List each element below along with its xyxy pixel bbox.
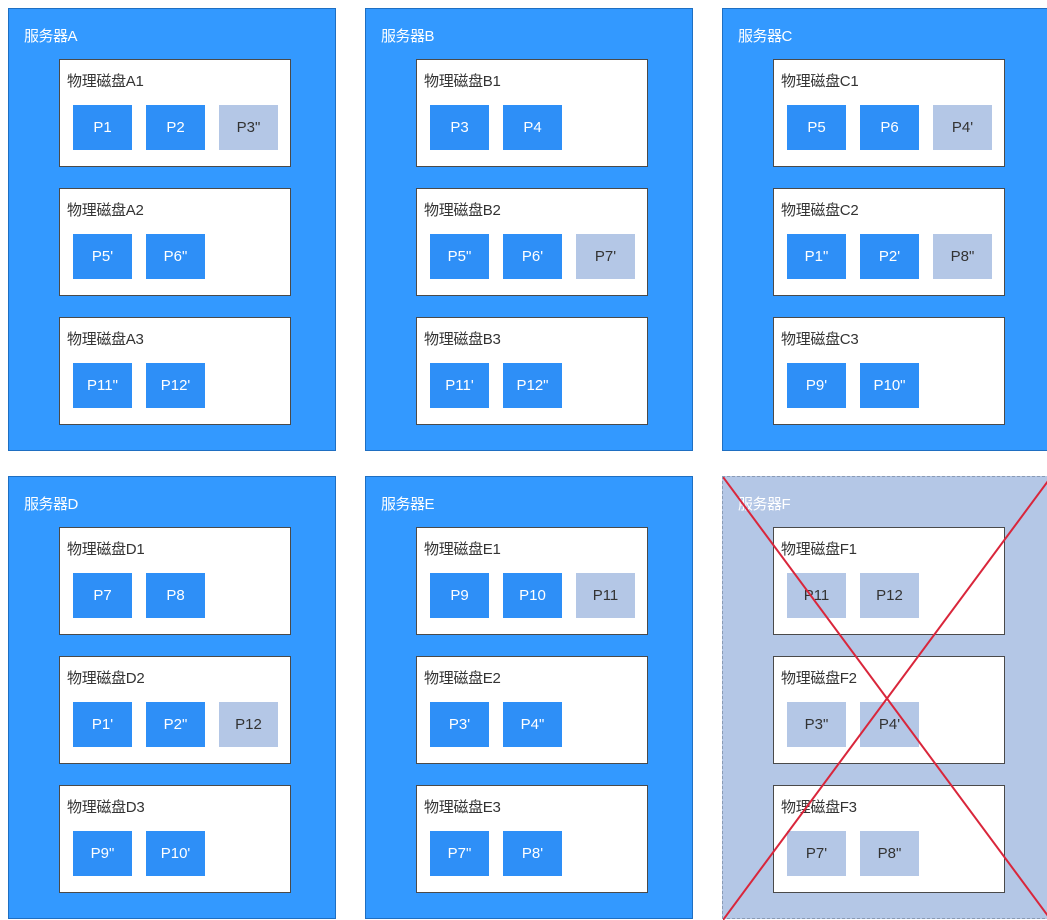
disk-label: 物理磁盘D2 — [67, 670, 145, 687]
partition-block: P8 — [146, 573, 205, 618]
disk-label: 物理磁盘F1 — [781, 541, 857, 558]
partition-block: P2' — [860, 234, 919, 279]
partition-block: P1' — [73, 702, 132, 747]
partition-block: P6' — [503, 234, 562, 279]
disk-e1: 物理磁盘E1 P9 P10 P11 — [416, 527, 648, 635]
server-b: 服务器B 物理磁盘B1 P3 P4 物理磁盘B2 P5" P6' P7' 物理磁… — [365, 8, 693, 451]
server-title: 服务器E — [381, 496, 435, 513]
disk-d3: 物理磁盘D3 P9" P10' — [59, 785, 291, 893]
partition-block: P8" — [860, 831, 919, 876]
disk-e3: 物理磁盘E3 P7" P8' — [416, 785, 648, 893]
partition-block: P10 — [503, 573, 562, 618]
partition-block: P6" — [146, 234, 205, 279]
disk-label: 物理磁盘F2 — [781, 670, 857, 687]
disk-label: 物理磁盘B2 — [424, 202, 501, 219]
disk-c3: 物理磁盘C3 P9' P10" — [773, 317, 1005, 425]
partition-block: P5" — [430, 234, 489, 279]
server-title: 服务器F — [738, 496, 791, 513]
partition-block: P5 — [787, 105, 846, 150]
partition-block: P9" — [73, 831, 132, 876]
partition-block: P12" — [503, 363, 562, 408]
partition-block: P7 — [73, 573, 132, 618]
disk-b3: 物理磁盘B3 P11' P12" — [416, 317, 648, 425]
partition-block: P12' — [146, 363, 205, 408]
disk-label: 物理磁盘B1 — [424, 73, 501, 90]
disk-label: 物理磁盘A1 — [67, 73, 144, 90]
partition-block: P4" — [503, 702, 562, 747]
partition-block: P2" — [146, 702, 205, 747]
partition-block: P4' — [860, 702, 919, 747]
partition-block: P11 — [787, 573, 846, 618]
partition-block: P10" — [860, 363, 919, 408]
partition-block: P9 — [430, 573, 489, 618]
disk-c1: 物理磁盘C1 P5 P6 P4' — [773, 59, 1005, 167]
partition-block: P8' — [503, 831, 562, 876]
partition-block: P3 — [430, 105, 489, 150]
partition-block: P1 — [73, 105, 132, 150]
disk-a1: 物理磁盘A1 P1 P2 P3" — [59, 59, 291, 167]
partition-block: P9' — [787, 363, 846, 408]
partition-block: P7' — [787, 831, 846, 876]
partition-block: P11" — [73, 363, 132, 408]
disk-f3: 物理磁盘F3 P7' P8" — [773, 785, 1005, 893]
disk-f1: 物理磁盘F1 P11 P12 — [773, 527, 1005, 635]
disk-label: 物理磁盘A2 — [67, 202, 144, 219]
disk-label: 物理磁盘C1 — [781, 73, 859, 90]
partition-block: P1" — [787, 234, 846, 279]
disk-b2: 物理磁盘B2 P5" P6' P7' — [416, 188, 648, 296]
disk-label: 物理磁盘C2 — [781, 202, 859, 219]
server-d: 服务器D 物理磁盘D1 P7 P8 物理磁盘D2 P1' P2" P12 物理磁… — [8, 476, 336, 919]
disk-label: 物理磁盘E2 — [424, 670, 501, 687]
partition-block: P3" — [219, 105, 278, 150]
disk-label: 物理磁盘C3 — [781, 331, 859, 348]
disk-d2: 物理磁盘D2 P1' P2" P12 — [59, 656, 291, 764]
disk-e2: 物理磁盘E2 P3' P4" — [416, 656, 648, 764]
partition-block: P8" — [933, 234, 992, 279]
partition-block: P3' — [430, 702, 489, 747]
partition-block: P7" — [430, 831, 489, 876]
disk-label: 物理磁盘B3 — [424, 331, 501, 348]
partition-block: P4 — [503, 105, 562, 150]
server-a: 服务器A 物理磁盘A1 P1 P2 P3" 物理磁盘A2 P5' P6" 物理磁… — [8, 8, 336, 451]
disk-d1: 物理磁盘D1 P7 P8 — [59, 527, 291, 635]
partition-block: P5' — [73, 234, 132, 279]
partition-block: P3" — [787, 702, 846, 747]
server-f: 服务器F 物理磁盘F1 P11 P12 物理磁盘F2 P3" P4' 物理磁盘F… — [722, 476, 1047, 920]
partition-block: P2 — [146, 105, 205, 150]
disk-label: 物理磁盘D3 — [67, 799, 145, 816]
partition-block: P10' — [146, 831, 205, 876]
partition-block: P11 — [576, 573, 635, 618]
partition-block: P7' — [576, 234, 635, 279]
disk-label: 物理磁盘A3 — [67, 331, 144, 348]
disk-label: 物理磁盘D1 — [67, 541, 145, 558]
disk-f2: 物理磁盘F2 P3" P4' — [773, 656, 1005, 764]
disk-label: 物理磁盘E3 — [424, 799, 501, 816]
server-title: 服务器C — [738, 28, 792, 45]
partition-block: P4' — [933, 105, 992, 150]
disk-a2: 物理磁盘A2 P5' P6" — [59, 188, 291, 296]
partition-block: P12 — [219, 702, 278, 747]
server-title: 服务器A — [24, 28, 78, 45]
disk-c2: 物理磁盘C2 P1" P2' P8" — [773, 188, 1005, 296]
server-e: 服务器E 物理磁盘E1 P9 P10 P11 物理磁盘E2 P3' P4" 物理… — [365, 476, 693, 919]
server-title: 服务器D — [24, 496, 78, 513]
disk-a3: 物理磁盘A3 P11" P12' — [59, 317, 291, 425]
partition-block: P11' — [430, 363, 489, 408]
disk-b1: 物理磁盘B1 P3 P4 — [416, 59, 648, 167]
partition-block: P6 — [860, 105, 919, 150]
server-c: 服务器C 物理磁盘C1 P5 P6 P4' 物理磁盘C2 P1" P2' P8"… — [722, 8, 1047, 451]
partition-block: P12 — [860, 573, 919, 618]
disk-label: 物理磁盘E1 — [424, 541, 501, 558]
server-title: 服务器B — [381, 28, 435, 45]
disk-label: 物理磁盘F3 — [781, 799, 857, 816]
